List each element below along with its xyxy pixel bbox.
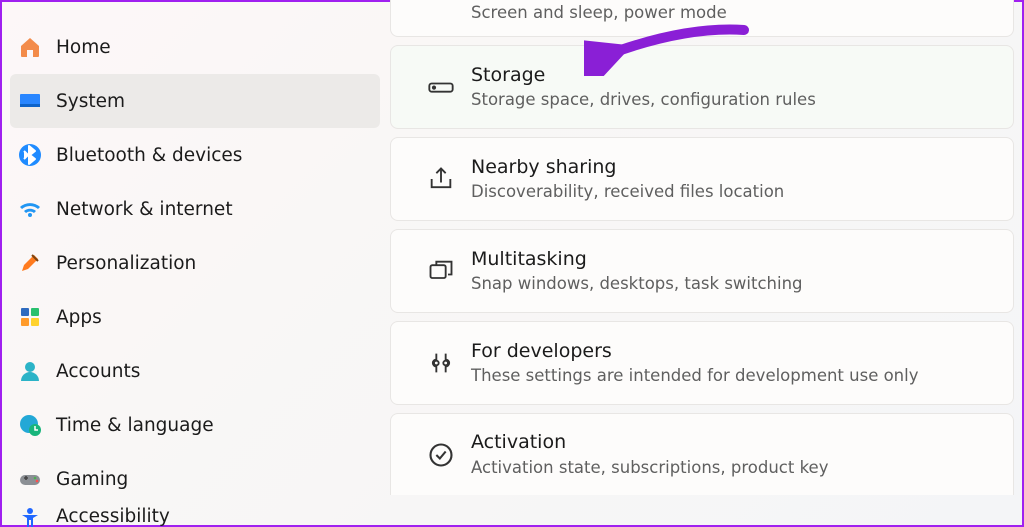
share-icon	[411, 165, 471, 193]
sidebar-item-system[interactable]: System	[10, 74, 380, 128]
home-icon	[18, 35, 56, 59]
system-icon	[18, 89, 56, 113]
sidebar-item-label: Time & language	[56, 415, 214, 436]
sidebar-item-label: System	[56, 91, 125, 112]
sidebar-item-label: Network & internet	[56, 199, 233, 220]
settings-card-storage[interactable]: Storage Storage space, drives, configura…	[390, 45, 1014, 129]
card-desc: These settings are intended for developm…	[471, 365, 993, 387]
settings-sidebar: Home System Bluetooth & devices Network …	[2, 2, 390, 525]
settings-card-multitasking[interactable]: Multitasking Snap windows, desktops, tas…	[390, 229, 1014, 313]
sidebar-item-personalization[interactable]: Personalization	[10, 236, 380, 290]
sidebar-item-label: Personalization	[56, 253, 196, 274]
sidebar-item-label: Apps	[56, 307, 102, 328]
sidebar-item-gaming[interactable]: Gaming	[10, 452, 380, 506]
card-title: For developers	[471, 339, 993, 364]
sidebar-item-bluetooth[interactable]: Bluetooth & devices	[10, 128, 380, 182]
sidebar-item-label: Accessibility	[56, 506, 170, 527]
card-desc: Activation state, subscriptions, product…	[471, 457, 993, 479]
sidebar-item-apps[interactable]: Apps	[10, 290, 380, 344]
paintbrush-icon	[18, 251, 56, 275]
card-desc: Storage space, drives, configuration rul…	[471, 89, 993, 111]
sidebar-item-network[interactable]: Network & internet	[10, 182, 380, 236]
card-desc: Snap windows, desktops, task switching	[471, 273, 993, 295]
settings-card-developers[interactable]: For developers These settings are intend…	[390, 321, 1014, 405]
clock-globe-icon	[18, 413, 56, 437]
sidebar-item-home[interactable]: Home	[10, 20, 380, 74]
bluetooth-icon	[18, 143, 56, 167]
apps-icon	[18, 305, 56, 329]
settings-card-power[interactable]: Screen and sleep, power mode	[390, 0, 1014, 37]
accessibility-icon	[18, 506, 56, 527]
sidebar-item-accounts[interactable]: Accounts	[10, 344, 380, 398]
person-icon	[18, 359, 56, 383]
sidebar-item-label: Gaming	[56, 469, 128, 490]
card-title: Nearby sharing	[471, 155, 993, 180]
gamepad-icon	[18, 467, 56, 491]
sidebar-item-label: Accounts	[56, 361, 140, 382]
developer-icon	[411, 349, 471, 377]
sidebar-item-time-language[interactable]: Time & language	[10, 398, 380, 452]
card-title: Storage	[471, 63, 993, 88]
settings-card-activation[interactable]: Activation Activation state, subscriptio…	[390, 413, 1014, 495]
settings-card-nearby-sharing[interactable]: Nearby sharing Discoverability, received…	[390, 137, 1014, 221]
card-desc: Screen and sleep, power mode	[471, 2, 993, 24]
card-title: Multitasking	[471, 247, 993, 272]
settings-content: Screen and sleep, power mode Storage Sto…	[390, 2, 1022, 525]
wifi-icon	[18, 197, 56, 221]
sidebar-item-accessibility[interactable]: Accessibility	[10, 506, 380, 527]
storage-icon	[411, 73, 471, 101]
sidebar-item-label: Home	[56, 37, 111, 58]
sidebar-item-label: Bluetooth & devices	[56, 145, 242, 166]
card-desc: Discoverability, received files location	[471, 181, 993, 203]
checkmark-circle-icon	[411, 441, 471, 469]
card-title: Activation	[471, 430, 993, 455]
multitasking-icon	[411, 257, 471, 285]
